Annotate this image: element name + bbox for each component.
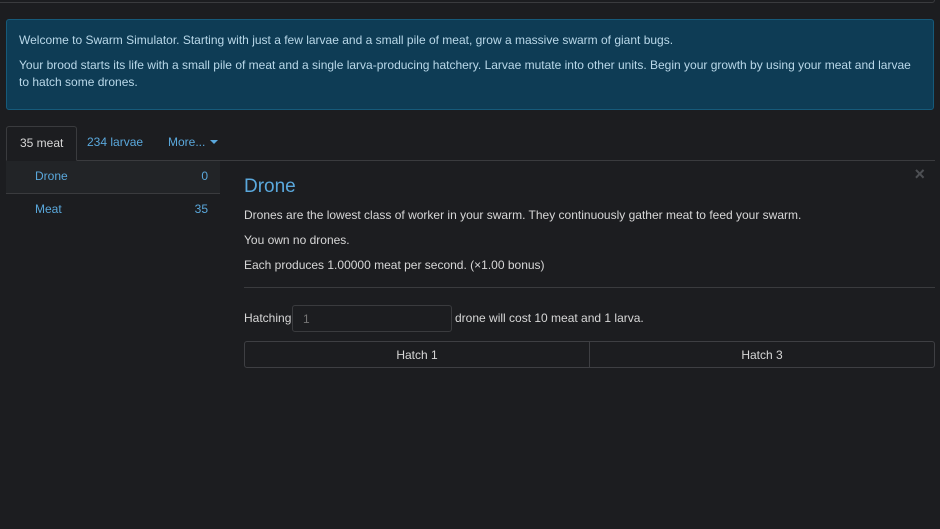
- tab-larvae[interactable]: 234 larvae: [74, 126, 156, 159]
- welcome-text: Welcome to Swarm Simulator. Starting wit…: [19, 33, 674, 47]
- hatch-cost-text: drone will cost 10 meat and 1 larva.: [455, 311, 644, 325]
- hatch-quantity-input[interactable]: [292, 305, 452, 332]
- hatch-label: Hatching: [244, 311, 292, 325]
- production-text: Each produces 1.00000 meat per second. (…: [244, 258, 545, 272]
- unit-row-meat[interactable]: Meat 35: [6, 194, 220, 227]
- resource-tabs: 35 meat 234 larvae More...: [6, 126, 935, 161]
- unit-detail-panel: × Drone Drones are the lowest class of w…: [244, 164, 935, 368]
- hatch-3-button[interactable]: Hatch 3: [589, 341, 935, 368]
- tab-more[interactable]: More...: [155, 126, 231, 159]
- tab-meat-label: 35 meat: [20, 136, 64, 150]
- tab-meat[interactable]: 35 meat: [6, 126, 78, 161]
- unit-title: Drone: [244, 176, 296, 197]
- divider: [244, 287, 935, 288]
- unit-row-drone[interactable]: Drone 0: [6, 161, 220, 194]
- hatch-1-button[interactable]: Hatch 1: [244, 341, 590, 368]
- unit-name: Drone: [35, 169, 68, 183]
- close-icon[interactable]: ×: [914, 164, 925, 185]
- unit-description: Drones are the lowest class of worker in…: [244, 208, 802, 222]
- unit-list: Drone 0 Meat 35: [6, 161, 220, 227]
- intro-text: Your brood starts its life with a small …: [19, 58, 911, 90]
- caret-down-icon: [210, 140, 219, 144]
- owned-count-text: You own no drones.: [244, 233, 350, 247]
- tab-larvae-label: 234 larvae: [87, 135, 144, 149]
- welcome-alert: Welcome to Swarm Simulator. Starting wit…: [6, 19, 934, 110]
- unit-name: Meat: [35, 202, 62, 216]
- hatch-button-group: Hatch 1 Hatch 3: [244, 341, 935, 368]
- unit-count: 35: [194, 202, 208, 216]
- tab-more-label: More...: [168, 135, 206, 149]
- unit-count: 0: [201, 169, 208, 183]
- top-panel-edge: [0, 0, 935, 3]
